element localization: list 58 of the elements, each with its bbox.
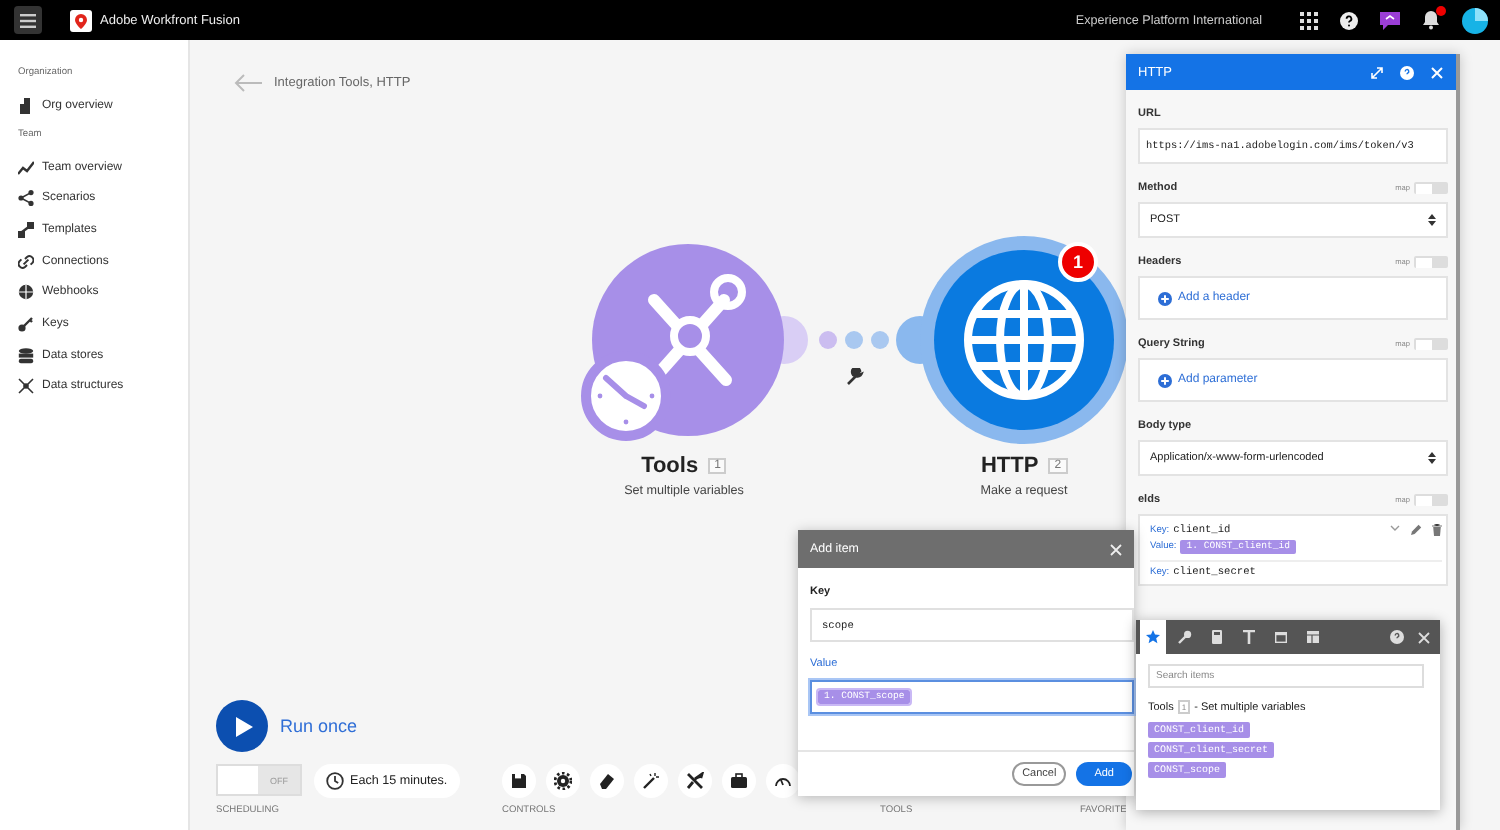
magic-wand-icon [642, 771, 660, 789]
control-button[interactable] [634, 763, 668, 797]
close-icon[interactable] [1110, 543, 1122, 555]
map-toggle[interactable] [1414, 256, 1448, 268]
star-icon [1146, 630, 1160, 644]
control-button[interactable] [766, 763, 800, 797]
apps-grid-icon[interactable] [1300, 11, 1318, 29]
sort-arrows-icon [1428, 452, 1436, 464]
pencil-icon[interactable] [1410, 524, 1422, 536]
plus-circle-icon [1158, 373, 1172, 387]
control-button[interactable] [590, 763, 624, 797]
calendar-icon [1274, 630, 1288, 644]
run-button[interactable] [216, 700, 268, 752]
gear-icon [554, 771, 572, 789]
wrench-icon[interactable] [846, 368, 864, 386]
function-tab[interactable] [1140, 620, 1166, 654]
table-icon [1306, 630, 1320, 644]
map-toggle[interactable] [1414, 182, 1448, 194]
notification-badge [1436, 6, 1446, 16]
avatar-icon[interactable] [1462, 7, 1488, 33]
save-icon [510, 771, 528, 789]
run-once-link[interactable]: Run once [280, 716, 358, 736]
clock-icon [326, 771, 344, 789]
module-name: HTTP [980, 454, 1039, 478]
close-icon[interactable] [1418, 631, 1430, 643]
control-button[interactable] [722, 763, 756, 797]
plus-circle-icon [1158, 291, 1172, 305]
map-toggle[interactable] [1414, 338, 1448, 350]
module-name: Tools [641, 454, 699, 478]
text-icon [1242, 630, 1256, 644]
trend-icon [18, 159, 34, 176]
help-icon[interactable] [1340, 11, 1358, 29]
play-icon [234, 715, 254, 737]
briefcase-icon [730, 771, 748, 789]
control-button[interactable] [678, 763, 712, 797]
expand-icon[interactable] [1370, 65, 1384, 79]
blocks-icon [18, 221, 34, 238]
link-icon [18, 253, 34, 270]
control-button[interactable] [546, 763, 580, 797]
trash-icon[interactable] [1432, 524, 1442, 536]
network-icon [18, 378, 34, 395]
menu-button[interactable] [14, 6, 42, 34]
database-icon [18, 347, 34, 364]
chevron-down-icon[interactable] [1390, 524, 1400, 532]
control-button[interactable] [502, 763, 536, 797]
globe-icon [18, 284, 34, 301]
calculator-icon [1210, 630, 1224, 644]
key-icon [18, 315, 34, 332]
building-icon [18, 97, 34, 114]
sort-arrows-icon [1428, 214, 1436, 226]
notifications-icon[interactable] [1422, 10, 1440, 30]
share-icon [18, 190, 34, 207]
eraser-icon [598, 771, 616, 789]
feedback-icon[interactable] [1380, 11, 1400, 29]
menu-icon [20, 13, 36, 27]
map-toggle[interactable] [1414, 494, 1448, 506]
logo-icon [70, 9, 92, 31]
key-icon [1178, 630, 1192, 644]
